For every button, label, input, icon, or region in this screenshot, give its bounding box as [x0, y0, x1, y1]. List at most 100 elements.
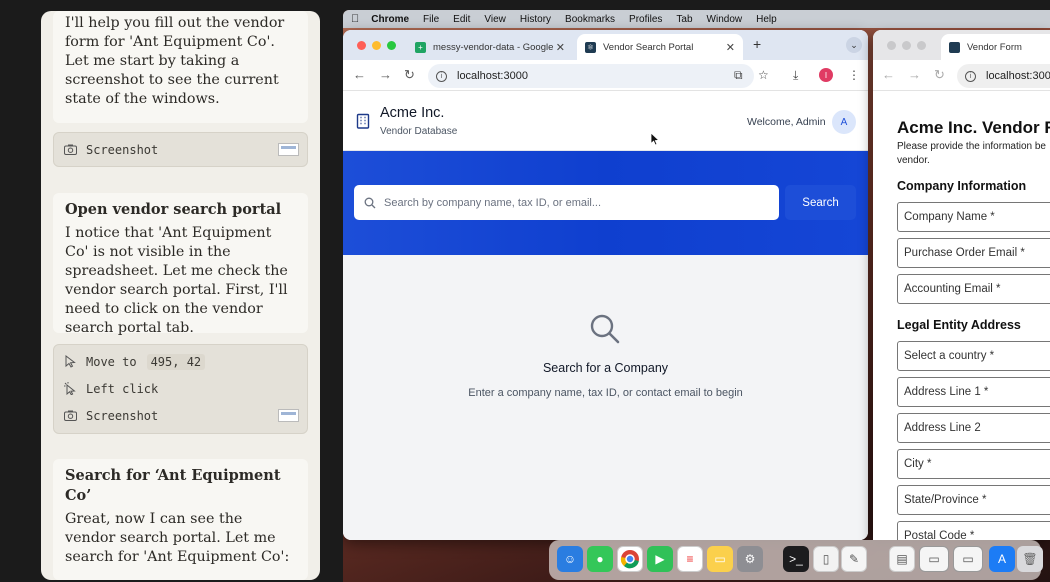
accounting-email-field[interactable]: Accounting Email *	[897, 274, 1050, 304]
window-controls	[887, 41, 926, 50]
section-legal-address: Legal Entity Address	[897, 318, 1021, 332]
browser-toolbar: ← → ↻ i localhost:3000 ⧉ ☆ ⤓ I ⋮	[343, 60, 868, 91]
notes-icon[interactable]: ▭	[707, 546, 733, 572]
menu-app-name[interactable]: Chrome	[371, 14, 409, 25]
search-button[interactable]: Search	[785, 185, 856, 220]
file-icon[interactable]: ▤	[889, 546, 915, 572]
menu-bookmarks[interactable]: Bookmarks	[565, 14, 615, 25]
tab-title: messy-vendor-data - Google	[433, 41, 554, 53]
menu-tab[interactable]: Tab	[676, 14, 692, 25]
tool-screenshot[interactable]: Screenshot	[54, 402, 307, 429]
close-tab-icon[interactable]: ✕	[556, 41, 565, 54]
tool-move[interactable]: Move to 495, 42	[54, 348, 307, 375]
new-tab-icon[interactable]: +	[753, 36, 761, 52]
menu-window[interactable]: Window	[707, 14, 743, 25]
tool-click[interactable]: Left click	[54, 375, 307, 402]
search-input[interactable]: Search by company name, tax ID, or email…	[354, 185, 779, 220]
tab-vendor-form[interactable]: Vendor Form	[941, 34, 1050, 60]
close-window-button[interactable]	[357, 41, 366, 50]
address-line2-field[interactable]: Address Line 2	[897, 413, 1050, 443]
zoom-window-button[interactable]	[387, 41, 396, 50]
profile-avatar[interactable]: I	[819, 68, 833, 82]
reload-icon[interactable]: ↻	[404, 67, 415, 83]
tab-vendor-search[interactable]: ⚛ Vendor Search Portal ✕	[577, 34, 743, 60]
user-avatar[interactable]: A	[832, 110, 856, 134]
vendor-form-window: Vendor Form ← → ↻ i localhost:3000 Acme …	[873, 30, 1050, 540]
search-placeholder: Search by company name, tax ID, or email…	[384, 196, 602, 209]
apple-icon[interactable]: 	[351, 13, 359, 25]
address-line1-field[interactable]: Address Line 1 *	[897, 377, 1050, 407]
textedit-icon[interactable]: ✎	[841, 546, 867, 572]
zoom-window-button[interactable]	[917, 41, 926, 50]
tool-screenshot[interactable]: Screenshot	[54, 133, 307, 166]
camera-icon	[63, 409, 77, 423]
tool-call-group: Screenshot	[53, 132, 308, 167]
info-icon[interactable]: i	[436, 70, 447, 82]
terminal-icon[interactable]: >_	[783, 546, 809, 572]
minimize-window-button[interactable]	[902, 41, 911, 50]
chevron-down-icon[interactable]: ⌄	[846, 37, 862, 53]
address-bar[interactable]: i localhost:3000	[957, 64, 1050, 88]
postal-code-field[interactable]: Postal Code *	[897, 521, 1050, 540]
install-app-icon[interactable]: ⧉	[734, 68, 743, 83]
messages-icon[interactable]: ●	[587, 546, 613, 572]
step-title: Search for ‘Ant Equipment Co’	[65, 467, 281, 504]
reload-icon[interactable]: ↻	[934, 67, 945, 83]
app-header: Acme Inc. Vendor Database Welcome, Admin…	[343, 93, 868, 151]
kebab-menu-icon[interactable]: ⋮	[848, 68, 860, 82]
browser-window: + messy-vendor-data - Google ✕ ⚛ Vendor …	[343, 30, 868, 540]
city-field[interactable]: City *	[897, 449, 1050, 479]
tool-label: Move to	[86, 354, 137, 369]
menu-view[interactable]: View	[484, 14, 506, 25]
reminders-icon[interactable]: ≡	[677, 546, 703, 572]
menu-help[interactable]: Help	[756, 14, 777, 25]
download-icon[interactable]: ⤓	[793, 68, 798, 83]
company-name-field[interactable]: Company Name *	[897, 202, 1050, 232]
facetime-icon[interactable]: ▶	[647, 546, 673, 572]
po-email-field[interactable]: Purchase Order Email *	[897, 238, 1050, 268]
tab-sheets[interactable]: + messy-vendor-data - Google ✕	[407, 34, 573, 60]
step-title: Open vendor search portal	[65, 201, 282, 218]
trash-icon[interactable]: 🗑	[1017, 546, 1043, 572]
forward-icon[interactable]: →	[379, 67, 392, 82]
window-thumbnail-icon[interactable]: ▭	[953, 546, 983, 572]
finder-icon[interactable]: ☺	[557, 546, 583, 572]
back-icon[interactable]: ←	[353, 67, 366, 82]
tab-strip: Vendor Form	[873, 30, 1050, 60]
minimize-window-button[interactable]	[372, 41, 381, 50]
cursor-icon	[63, 355, 77, 369]
section-company-info: Company Information	[897, 179, 1027, 193]
screenshot-thumbnail[interactable]	[278, 409, 299, 422]
forward-icon[interactable]: →	[908, 67, 921, 82]
agent-chat-panel: I'll help you fill out the vendor form f…	[41, 11, 320, 580]
close-window-button[interactable]	[887, 41, 896, 50]
step-body: Great, now I can see the vendor search p…	[65, 511, 290, 565]
welcome-text: Welcome, Admin	[747, 116, 826, 128]
menu-profiles[interactable]: Profiles	[629, 14, 662, 25]
window-thumbnail-icon[interactable]: ▭	[919, 546, 949, 572]
brand-subtitle: Vendor Database	[380, 126, 458, 137]
document-icon[interactable]: ▯	[813, 546, 839, 572]
menu-history[interactable]: History	[520, 14, 551, 25]
chat-message: I'll help you fill out the vendor form f…	[53, 11, 308, 123]
state-field[interactable]: State/Province *	[897, 485, 1050, 515]
settings-icon[interactable]: ⚙	[737, 546, 763, 572]
bookmark-star-icon[interactable]: ☆	[758, 68, 769, 82]
screenshot-thumbnail[interactable]	[278, 143, 299, 156]
dock: ☺ ● ▶ ≡ ▭ ⚙ >_ ▯ ✎ ▤ ▭ ▭ A 🗑	[549, 540, 1043, 580]
chat-message: Search for ‘Ant Equipment Co’ Great, now…	[53, 459, 308, 580]
app-store-icon[interactable]: A	[989, 546, 1015, 572]
react-icon	[949, 41, 960, 53]
menu-edit[interactable]: Edit	[453, 14, 470, 25]
country-select[interactable]: Select a country *	[897, 341, 1050, 371]
info-icon[interactable]: i	[965, 70, 976, 82]
back-icon[interactable]: ←	[882, 67, 895, 82]
close-tab-icon[interactable]: ✕	[726, 41, 735, 54]
search-icon	[364, 197, 376, 209]
address-bar[interactable]: i localhost:3000	[428, 64, 754, 88]
menu-file[interactable]: File	[423, 14, 439, 25]
url-text: localhost:3000	[457, 70, 528, 82]
tab-title: Vendor Search Portal	[603, 41, 694, 53]
chrome-icon[interactable]	[617, 546, 643, 572]
search-icon	[589, 313, 621, 350]
